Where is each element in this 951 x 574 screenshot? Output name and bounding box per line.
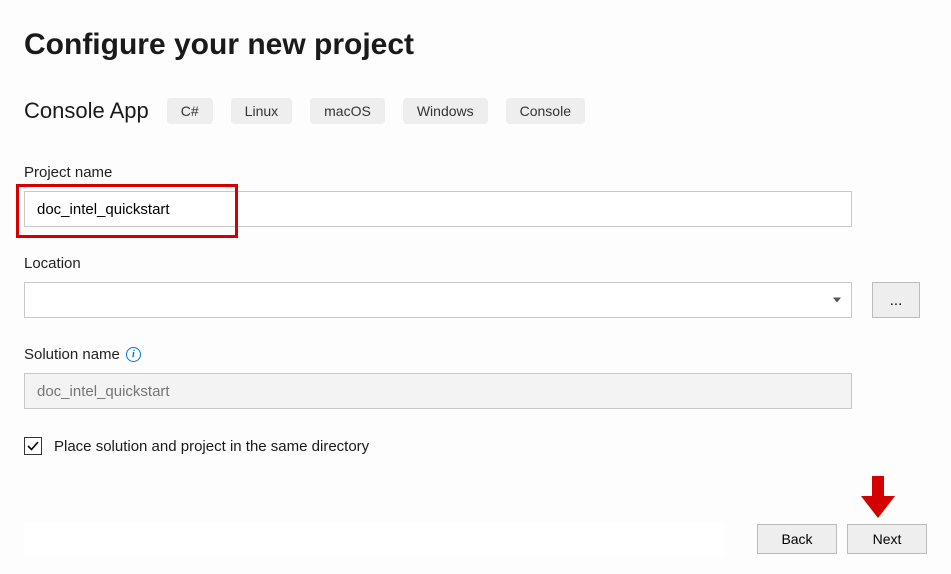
- same-directory-label: Place solution and project in the same d…: [54, 438, 369, 455]
- back-button[interactable]: Back: [757, 524, 837, 554]
- location-dropdown[interactable]: [24, 282, 852, 318]
- template-tag: macOS: [310, 98, 385, 124]
- template-tag: Console: [506, 98, 585, 124]
- template-info-row: Console App C# Linux macOS Windows Conso…: [24, 98, 927, 124]
- next-button[interactable]: Next: [847, 524, 927, 554]
- info-icon[interactable]: i: [126, 347, 141, 362]
- solution-name-group: Solution name i: [24, 346, 927, 409]
- annotation-arrow-icon: [861, 476, 895, 518]
- footer-buttons: Back Next: [757, 524, 927, 554]
- template-tag: C#: [167, 98, 213, 124]
- footer-spacer: [24, 522, 724, 556]
- checkmark-icon: [27, 440, 39, 452]
- same-directory-checkbox[interactable]: [24, 437, 42, 455]
- location-label: Location: [24, 255, 927, 272]
- chevron-down-icon: [833, 298, 841, 303]
- solution-name-input: [24, 373, 852, 409]
- project-name-input[interactable]: [24, 191, 852, 227]
- template-tag: Linux: [231, 98, 292, 124]
- solution-name-label: Solution name i: [24, 346, 927, 363]
- solution-name-label-text: Solution name: [24, 346, 120, 363]
- same-directory-row: Place solution and project in the same d…: [24, 437, 927, 455]
- project-name-group: Project name: [24, 164, 927, 227]
- template-tag: Windows: [403, 98, 488, 124]
- page-title: Configure your new project: [24, 28, 927, 62]
- browse-button[interactable]: ...: [872, 282, 920, 318]
- location-group: Location ...: [24, 255, 927, 318]
- template-name: Console App: [24, 98, 149, 124]
- project-name-label: Project name: [24, 164, 927, 181]
